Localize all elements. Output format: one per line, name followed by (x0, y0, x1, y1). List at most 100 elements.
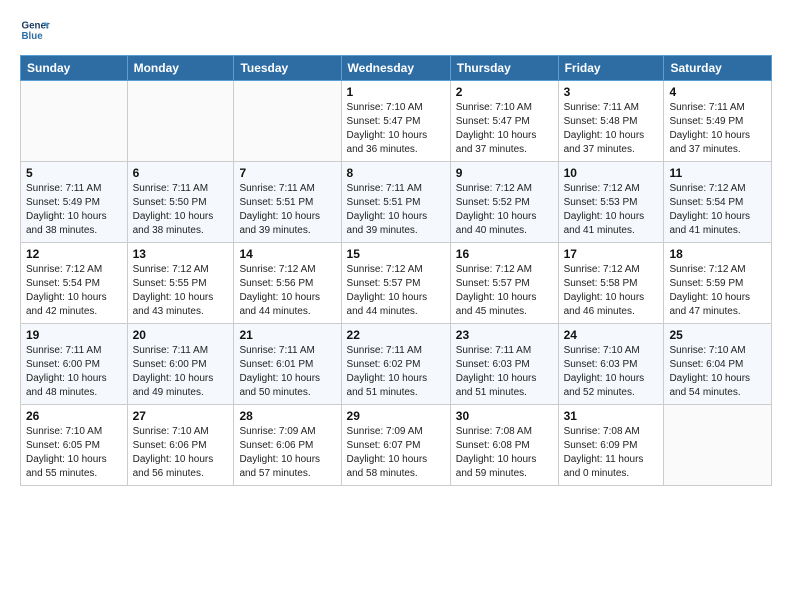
weekday-header-tuesday: Tuesday (234, 56, 341, 81)
calendar-week-4: 19Sunrise: 7:11 AM Sunset: 6:00 PM Dayli… (21, 324, 772, 405)
calendar-cell: 3 Sunrise: 7:11 AM Sunset: 5:48 PM Daylig… (558, 81, 664, 162)
day-info: Sunrise: 7:12 AM Sunset: 5:59 PM Dayligh… (669, 263, 766, 319)
weekday-header-row: SundayMondayTuesdayWednesdayThursdayFrid… (21, 56, 772, 81)
day-info: Sunrise: 7:11 AM Sunset: 5:48 PM Dayligh… (564, 101, 659, 157)
calendar-cell: 26 Sunrise: 7:10 AM Sunset: 6:05 PM Dayli… (21, 405, 128, 486)
day-number: 21 (239, 328, 335, 342)
day-info: Sunrise: 7:12 AM Sunset: 5:55 PM Dayligh… (133, 263, 229, 319)
calendar-cell: 5Sunrise: 7:11 AM Sunset: 5:49 PM Daylig… (21, 162, 128, 243)
day-number: 2 (456, 85, 553, 99)
day-info: Sunrise: 7:10 AM Sunset: 6:04 PM Dayligh… (669, 344, 766, 400)
day-info: Sunrise: 7:12 AM Sunset: 5:57 PM Dayligh… (347, 263, 445, 319)
calendar-cell: 27 Sunrise: 7:10 AM Sunset: 6:06 PM Dayli… (127, 405, 234, 486)
day-number: 23 (456, 328, 553, 342)
calendar-cell: 21 Sunrise: 7:11 AM Sunset: 6:01 PM Dayli… (234, 324, 341, 405)
weekday-header-monday: Monday (127, 56, 234, 81)
calendar-week-1: 1 Sunrise: 7:10 AM Sunset: 5:47 PM Daylig… (21, 81, 772, 162)
day-number: 1 (347, 85, 445, 99)
weekday-header-wednesday: Wednesday (341, 56, 450, 81)
day-number: 4 (669, 85, 766, 99)
day-info: Sunrise: 7:12 AM Sunset: 5:52 PM Dayligh… (456, 182, 553, 238)
weekday-header-thursday: Thursday (450, 56, 558, 81)
day-number: 28 (239, 409, 335, 423)
day-info: Sunrise: 7:12 AM Sunset: 5:54 PM Dayligh… (669, 182, 766, 238)
calendar-cell: 29 Sunrise: 7:09 AM Sunset: 6:07 PM Dayli… (341, 405, 450, 486)
day-number: 11 (669, 166, 766, 180)
day-number: 13 (133, 247, 229, 261)
day-number: 22 (347, 328, 445, 342)
day-info: Sunrise: 7:12 AM Sunset: 5:56 PM Dayligh… (239, 263, 335, 319)
day-info: Sunrise: 7:12 AM Sunset: 5:54 PM Dayligh… (26, 263, 122, 319)
day-number: 20 (133, 328, 229, 342)
day-info: Sunrise: 7:11 AM Sunset: 5:51 PM Dayligh… (347, 182, 445, 238)
day-info: Sunrise: 7:09 AM Sunset: 6:06 PM Dayligh… (239, 425, 335, 481)
calendar-cell (664, 405, 772, 486)
calendar-cell: 1 Sunrise: 7:10 AM Sunset: 5:47 PM Daylig… (341, 81, 450, 162)
calendar-cell: 14 Sunrise: 7:12 AM Sunset: 5:56 PM Dayli… (234, 243, 341, 324)
header: General Blue (20, 15, 772, 45)
calendar-cell: 15 Sunrise: 7:12 AM Sunset: 5:57 PM Dayli… (341, 243, 450, 324)
day-number: 29 (347, 409, 445, 423)
calendar-cell (21, 81, 128, 162)
day-number: 30 (456, 409, 553, 423)
day-info: Sunrise: 7:08 AM Sunset: 6:08 PM Dayligh… (456, 425, 553, 481)
calendar-cell: 23Sunrise: 7:11 AM Sunset: 6:03 PM Dayli… (450, 324, 558, 405)
day-info: Sunrise: 7:12 AM Sunset: 5:58 PM Dayligh… (564, 263, 659, 319)
day-info: Sunrise: 7:08 AM Sunset: 6:09 PM Dayligh… (564, 425, 659, 481)
day-number: 7 (239, 166, 335, 180)
day-number: 25 (669, 328, 766, 342)
calendar-cell: 8 Sunrise: 7:11 AM Sunset: 5:51 PM Daylig… (341, 162, 450, 243)
weekday-header-saturday: Saturday (664, 56, 772, 81)
day-number: 3 (564, 85, 659, 99)
calendar-cell: 25 Sunrise: 7:10 AM Sunset: 6:04 PM Dayli… (664, 324, 772, 405)
calendar-week-5: 26 Sunrise: 7:10 AM Sunset: 6:05 PM Dayli… (21, 405, 772, 486)
calendar-cell: 30 Sunrise: 7:08 AM Sunset: 6:08 PM Dayli… (450, 405, 558, 486)
day-number: 26 (26, 409, 122, 423)
day-number: 9 (456, 166, 553, 180)
weekday-header-friday: Friday (558, 56, 664, 81)
calendar-cell: 7 Sunrise: 7:11 AM Sunset: 5:51 PM Daylig… (234, 162, 341, 243)
calendar-cell: 31 Sunrise: 7:08 AM Sunset: 6:09 PM Dayli… (558, 405, 664, 486)
day-info: Sunrise: 7:11 AM Sunset: 6:00 PM Dayligh… (133, 344, 229, 400)
day-info: Sunrise: 7:10 AM Sunset: 6:03 PM Dayligh… (564, 344, 659, 400)
day-info: Sunrise: 7:11 AM Sunset: 6:00 PM Dayligh… (26, 344, 122, 400)
weekday-header-sunday: Sunday (21, 56, 128, 81)
logo: General Blue (20, 15, 50, 45)
day-info: Sunrise: 7:10 AM Sunset: 6:06 PM Dayligh… (133, 425, 229, 481)
calendar-cell: 10 Sunrise: 7:12 AM Sunset: 5:53 PM Dayli… (558, 162, 664, 243)
day-info: Sunrise: 7:11 AM Sunset: 6:01 PM Dayligh… (239, 344, 335, 400)
day-info: Sunrise: 7:10 AM Sunset: 6:05 PM Dayligh… (26, 425, 122, 481)
day-info: Sunrise: 7:12 AM Sunset: 5:53 PM Dayligh… (564, 182, 659, 238)
day-number: 27 (133, 409, 229, 423)
page-container: General Blue SundayMondayTuesdayWednesda… (0, 0, 792, 496)
svg-text:General: General (22, 21, 51, 32)
day-number: 15 (347, 247, 445, 261)
calendar-cell: 11 Sunrise: 7:12 AM Sunset: 5:54 PM Dayli… (664, 162, 772, 243)
calendar-week-3: 12Sunrise: 7:12 AM Sunset: 5:54 PM Dayli… (21, 243, 772, 324)
svg-text:Blue: Blue (22, 31, 44, 42)
day-number: 16 (456, 247, 553, 261)
day-info: Sunrise: 7:10 AM Sunset: 5:47 PM Dayligh… (347, 101, 445, 157)
day-info: Sunrise: 7:11 AM Sunset: 5:51 PM Dayligh… (239, 182, 335, 238)
logo-icon: General Blue (20, 15, 50, 45)
calendar-table: SundayMondayTuesdayWednesdayThursdayFrid… (20, 55, 772, 486)
day-number: 10 (564, 166, 659, 180)
day-info: Sunrise: 7:11 AM Sunset: 6:02 PM Dayligh… (347, 344, 445, 400)
calendar-cell: 12Sunrise: 7:12 AM Sunset: 5:54 PM Dayli… (21, 243, 128, 324)
calendar-cell: 6Sunrise: 7:11 AM Sunset: 5:50 PM Daylig… (127, 162, 234, 243)
calendar-cell (127, 81, 234, 162)
calendar-week-2: 5Sunrise: 7:11 AM Sunset: 5:49 PM Daylig… (21, 162, 772, 243)
day-info: Sunrise: 7:12 AM Sunset: 5:57 PM Dayligh… (456, 263, 553, 319)
day-number: 31 (564, 409, 659, 423)
calendar-cell: 22 Sunrise: 7:11 AM Sunset: 6:02 PM Dayli… (341, 324, 450, 405)
day-info: Sunrise: 7:09 AM Sunset: 6:07 PM Dayligh… (347, 425, 445, 481)
calendar-cell: 9 Sunrise: 7:12 AM Sunset: 5:52 PM Daylig… (450, 162, 558, 243)
calendar-cell: 24Sunrise: 7:10 AM Sunset: 6:03 PM Dayli… (558, 324, 664, 405)
day-number: 8 (347, 166, 445, 180)
day-number: 14 (239, 247, 335, 261)
day-number: 5 (26, 166, 122, 180)
day-info: Sunrise: 7:10 AM Sunset: 5:47 PM Dayligh… (456, 101, 553, 157)
calendar-cell: 16 Sunrise: 7:12 AM Sunset: 5:57 PM Dayli… (450, 243, 558, 324)
calendar-cell: 13 Sunrise: 7:12 AM Sunset: 5:55 PM Dayli… (127, 243, 234, 324)
day-info: Sunrise: 7:11 AM Sunset: 5:50 PM Dayligh… (133, 182, 229, 238)
